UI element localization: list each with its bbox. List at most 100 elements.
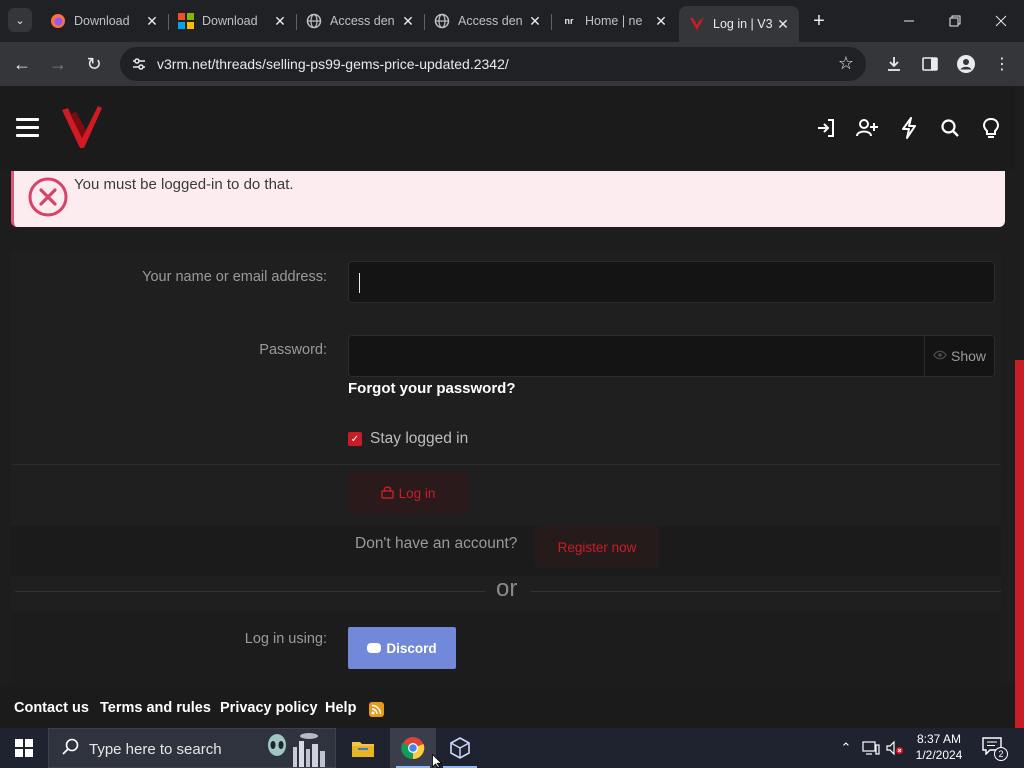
new-tab-button[interactable]: + [808,10,830,32]
window-close-button[interactable] [978,0,1024,42]
tab-title: Download [202,14,258,28]
tab-title: Log in | V3 [713,17,773,31]
forward-button[interactable]: → [44,50,72,78]
chrome-app[interactable] [390,728,436,768]
close-icon[interactable]: ✕ [272,13,288,29]
notification-center-button[interactable]: 2 [982,737,1008,761]
volume-muted-icon[interactable] [884,728,906,768]
scrollbar-thumb[interactable] [1015,360,1024,728]
site-info-icon[interactable] [130,55,148,73]
alert-message: You must be logged-in to do that. [74,176,294,193]
log-in-button[interactable]: Log in [348,472,468,514]
windows-taskbar: Type here to search ⌃ 8:37 AM 1/2/2024 2 [0,728,1024,768]
search-highlight-art [259,731,331,767]
virtualbox-icon [450,737,470,759]
file-explorer-app[interactable] [340,728,386,768]
close-icon[interactable]: ✕ [527,13,543,29]
register-label: Register now [557,539,637,555]
reload-button[interactable]: ↻ [80,50,108,78]
url-text[interactable]: v3rm.net/threads/selling-ps99-gems-price… [157,56,509,72]
microsoft-icon [178,13,194,29]
stay-logged-in-checkbox[interactable]: ✓ Stay logged in [348,430,468,448]
network-icon[interactable] [860,728,882,768]
profile-icon[interactable] [954,52,978,76]
browser-menu-icon[interactable]: ⋮ [990,52,1014,76]
discord-icon [367,643,382,653]
close-icon[interactable]: ✕ [653,13,669,29]
mouse-cursor-icon [432,754,443,768]
rss-icon[interactable] [369,702,384,717]
system-clock[interactable]: 8:37 AM 1/2/2024 [904,731,974,763]
register-icon[interactable] [855,116,879,140]
v3rm-icon [689,16,705,32]
search-placeholder: Type here to search [89,741,222,758]
tab-access-denied-1[interactable]: Access den ✕ [296,6,425,36]
file-explorer-icon [352,742,374,757]
globe-icon [434,13,450,29]
notification-badge: 2 [994,747,1008,761]
tab-title: Download [74,14,130,28]
taskbar-search[interactable]: Type here to search [48,728,336,768]
search-icon[interactable] [938,116,962,140]
tab-home[interactable]: nr Home | ne ✕ [551,6,677,36]
footer-link-terms[interactable]: Terms and rules [100,700,211,716]
browser-tabstrip: ⌄ Download ✕ Download ✕ Access den ✕ Acc… [0,0,1024,42]
password-input[interactable]: Show [348,335,995,377]
login-form: Your name or email address: Password: Sh… [11,251,1001,685]
chevron-down-icon: ⌄ [15,14,25,27]
nr-icon: nr [564,16,574,26]
error-icon [27,176,69,218]
or-divider-right [531,591,1001,592]
text-caret [359,273,360,293]
close-icon[interactable]: ✕ [400,13,416,29]
bookmark-star-icon[interactable]: ☆ [838,53,854,74]
forgot-password-link[interactable]: Forgot your password? [348,380,516,397]
tray-overflow-icon[interactable]: ⌃ [836,728,856,768]
screen: ⌄ Download ✕ Download ✕ Access den ✕ Acc… [0,0,1024,768]
close-icon[interactable]: ✕ [775,16,791,32]
search-icon [62,738,80,761]
restore-button[interactable] [932,0,978,42]
tab-download-1[interactable]: Download ✕ [40,6,169,36]
footer-link-contact[interactable]: Contact us [14,700,89,716]
back-button[interactable]: ← [8,50,36,78]
show-password-button[interactable]: Show [924,336,994,376]
chrome-icon [401,737,425,760]
log-in-using-label: Log in using: [244,631,327,647]
minimize-button[interactable] [886,0,932,42]
clock-time: 8:37 AM [916,732,962,746]
download-icon[interactable] [882,52,906,76]
register-now-button[interactable]: Register now [535,526,659,568]
password-label: Password: [259,342,327,358]
footer-link-privacy[interactable]: Privacy policy [220,700,318,716]
menu-icon[interactable] [16,118,39,138]
firefox-icon [50,13,66,29]
footer-link-help[interactable]: Help [325,700,356,716]
address-bar[interactable]: v3rm.net/threads/selling-ps99-gems-price… [120,47,866,81]
discord-login-button[interactable]: Discord [348,627,456,669]
tab-title: Access den [458,14,523,28]
eye-icon [933,349,947,363]
no-account-text: Don't have an account? [355,535,518,552]
tab-access-denied-2[interactable]: Access den ✕ [424,6,552,36]
divider [11,464,1001,465]
tab-title: Access den [330,14,395,28]
name-or-email-input[interactable] [348,261,995,303]
start-button[interactable] [0,728,48,768]
stay-logged-in-label: Stay logged in [370,430,469,447]
login-icon[interactable] [814,116,838,140]
close-icon[interactable]: ✕ [144,13,160,29]
site-logo[interactable] [60,104,104,150]
checkbox-checked[interactable]: ✓ [348,432,362,446]
side-panel-icon[interactable] [918,52,942,76]
whats-new-icon[interactable] [897,116,921,140]
log-in-using-row [11,612,1001,685]
tab-title: Home | ne [585,14,643,28]
tab-search-button[interactable]: ⌄ [8,8,32,32]
theme-icon[interactable] [979,116,1003,140]
site-header [0,86,1015,170]
site-footer: Contact us Terms and rules Privacy polic… [0,686,1015,728]
tab-download-2[interactable]: Download ✕ [168,6,297,36]
tab-login-active[interactable]: Log in | V3 ✕ [679,6,799,42]
name-label: Your name or email address: [142,269,327,285]
